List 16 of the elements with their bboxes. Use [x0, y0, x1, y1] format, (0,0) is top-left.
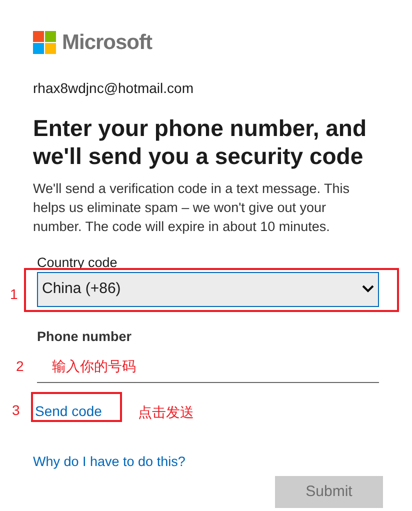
field-label: Phone number	[37, 328, 132, 344]
annotation-number: 1	[10, 285, 18, 304]
send-code-link[interactable]: Send code	[35, 400, 102, 422]
help-link[interactable]: Why do I have to do this?	[33, 452, 186, 472]
annotation-number: 2	[16, 357, 24, 376]
country-select[interactable]: China (+86)	[37, 272, 379, 306]
account-email: rhax8wdjnc@hotmail.com	[33, 78, 194, 98]
logo-icon	[33, 31, 56, 54]
annotation-note: 输入你的号码	[52, 357, 136, 376]
page-heading: Enter your phone number, and we'll send you a security code	[33, 114, 368, 170]
annotation-number: 3	[12, 401, 20, 420]
logo-wordmark: Microsoft	[62, 30, 152, 56]
chevron-down-icon	[362, 285, 374, 293]
description-text: We'll send a verification code in a text message. This helps us eliminate spam – we won't give out your number. The code will expire in about 10 minutes.	[33, 180, 350, 236]
field-label: Country code	[37, 254, 118, 270]
annotation-note: 点击发送	[138, 403, 194, 422]
